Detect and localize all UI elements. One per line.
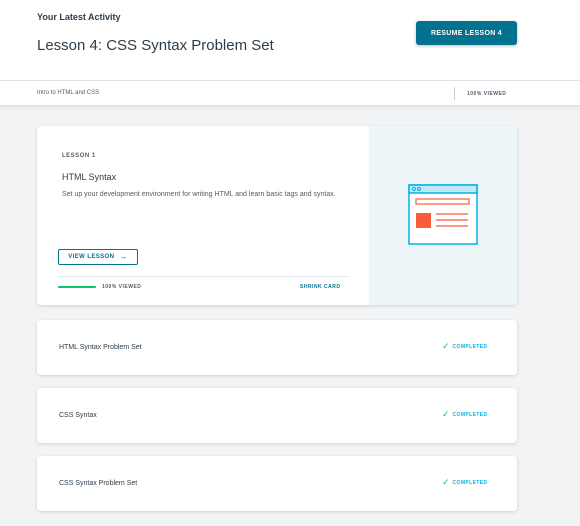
course-viewed-label: 100% VIEWED bbox=[467, 91, 507, 97]
lesson-illustration-panel bbox=[369, 126, 517, 305]
check-icon: ✓ bbox=[442, 341, 450, 351]
course-name: Intro to HTML and CSS bbox=[37, 90, 100, 96]
check-icon: ✓ bbox=[442, 409, 450, 419]
status-completed: ✓ COMPLETED bbox=[442, 342, 488, 351]
status-completed: ✓ COMPLETED bbox=[442, 478, 488, 487]
view-lesson-button[interactable]: VIEW LESSON → bbox=[58, 249, 138, 265]
browser-window-icon bbox=[408, 184, 478, 245]
lesson-row-title: CSS Syntax Problem Set bbox=[59, 480, 138, 487]
lesson-row[interactable]: CSS Syntax ✓ COMPLETED bbox=[37, 388, 517, 443]
activity-header: Your Latest Activity Lesson 4: CSS Synta… bbox=[0, 0, 580, 80]
lesson-row-title: CSS Syntax bbox=[59, 412, 97, 419]
lesson-number: LESSON 1 bbox=[62, 153, 96, 159]
subbar-divider bbox=[454, 87, 455, 100]
lesson-card-content: LESSON 1 HTML Syntax Set up your develop… bbox=[37, 126, 369, 305]
lesson-row-title: HTML Syntax Problem Set bbox=[59, 344, 142, 351]
lesson-viewed-label: 100% VIEWED bbox=[102, 284, 142, 290]
lesson-row[interactable]: HTML Syntax Problem Set ✓ COMPLETED bbox=[37, 320, 517, 375]
card-divider bbox=[58, 276, 349, 277]
status-label: COMPLETED bbox=[452, 411, 488, 418]
status-completed: ✓ COMPLETED bbox=[442, 410, 488, 419]
view-lesson-label: VIEW LESSON bbox=[68, 254, 115, 260]
status-label: COMPLETED bbox=[452, 479, 488, 486]
status-label: COMPLETED bbox=[452, 343, 488, 350]
resume-lesson-button[interactable]: RESUME LESSON 4 bbox=[416, 21, 517, 45]
lesson-progress-bar bbox=[58, 286, 96, 288]
latest-lesson-title: Lesson 4: CSS Syntax Problem Set bbox=[37, 37, 274, 54]
lesson-card-description: Set up your development environment for … bbox=[62, 191, 336, 198]
lesson-row[interactable]: CSS Syntax Problem Set ✓ COMPLETED bbox=[37, 456, 517, 511]
shrink-card-link[interactable]: SHRINK CARD bbox=[300, 284, 341, 290]
check-icon: ✓ bbox=[442, 477, 450, 487]
activity-label: Your Latest Activity bbox=[37, 12, 121, 22]
lesson-card-expanded: LESSON 1 HTML Syntax Set up your develop… bbox=[37, 126, 517, 305]
lesson-card-title: HTML Syntax bbox=[62, 172, 117, 182]
course-progress-bar: Intro to HTML and CSS 100% VIEWED bbox=[0, 80, 580, 106]
lesson-progress-fill bbox=[58, 286, 96, 288]
arrow-right-icon: → bbox=[119, 252, 128, 261]
